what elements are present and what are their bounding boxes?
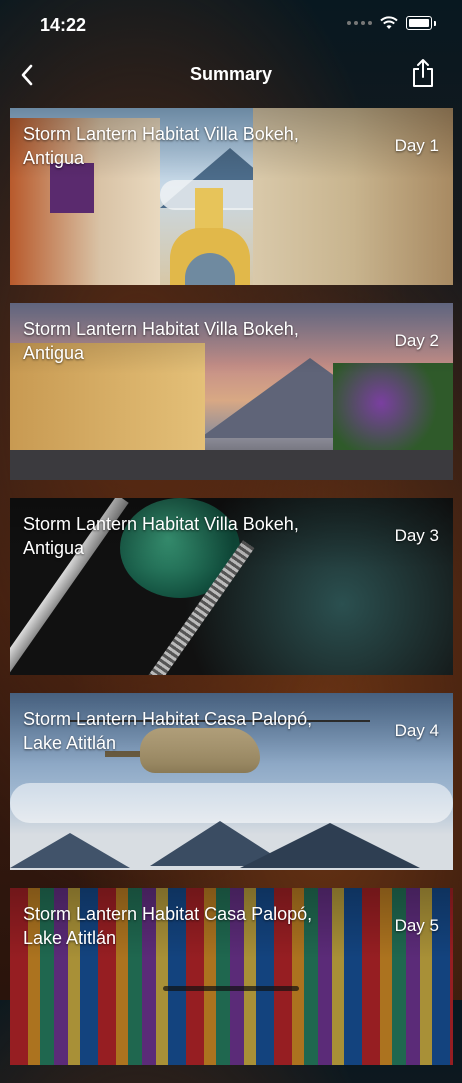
trip-day-label: Day 2 [394, 331, 439, 350]
navigation-bar: Summary [0, 50, 462, 100]
status-icons [347, 16, 436, 30]
status-bar: 14:22 [0, 0, 462, 50]
share-button[interactable] [410, 58, 440, 90]
trip-day-label: Day 1 [394, 136, 439, 155]
trip-day-label: Day 4 [394, 721, 439, 740]
trip-day-label: Day 5 [394, 916, 439, 935]
trip-card-day-3[interactable]: Storm Lantern Habitat Villa Bokeh, Antig… [10, 498, 453, 675]
trip-title: Storm Lantern Habitat Casa Palopó, Lake … [23, 904, 313, 948]
summary-list: Storm Lantern Habitat Villa Bokeh, Antig… [10, 108, 453, 1083]
trip-card-day-1[interactable]: Storm Lantern Habitat Villa Bokeh, Antig… [10, 108, 453, 285]
trip-card-day-4[interactable]: Storm Lantern Habitat Casa Palopó, Lake … [10, 693, 453, 870]
page-title: Summary [189, 64, 273, 84]
wifi-icon [380, 16, 398, 29]
trip-title: Storm Lantern Habitat Casa Palopó, Lake … [23, 709, 313, 753]
trip-card-day-2[interactable]: Storm Lantern Habitat Villa Bokeh, Antig… [10, 303, 453, 480]
status-time: 14:22 [40, 15, 87, 35]
signal-icon [347, 21, 372, 25]
share-icon [413, 59, 433, 87]
trip-title: Storm Lantern Habitat Villa Bokeh, Antig… [23, 319, 299, 363]
trip-card-day-5[interactable]: Storm Lantern Habitat Casa Palopó, Lake … [10, 888, 453, 1065]
trip-title: Storm Lantern Habitat Villa Bokeh, Antig… [23, 514, 299, 558]
trip-title: Storm Lantern Habitat Villa Bokeh, Antig… [23, 124, 299, 168]
home-indicator [163, 986, 299, 991]
battery-icon [406, 16, 432, 30]
trip-day-label: Day 3 [394, 526, 439, 545]
